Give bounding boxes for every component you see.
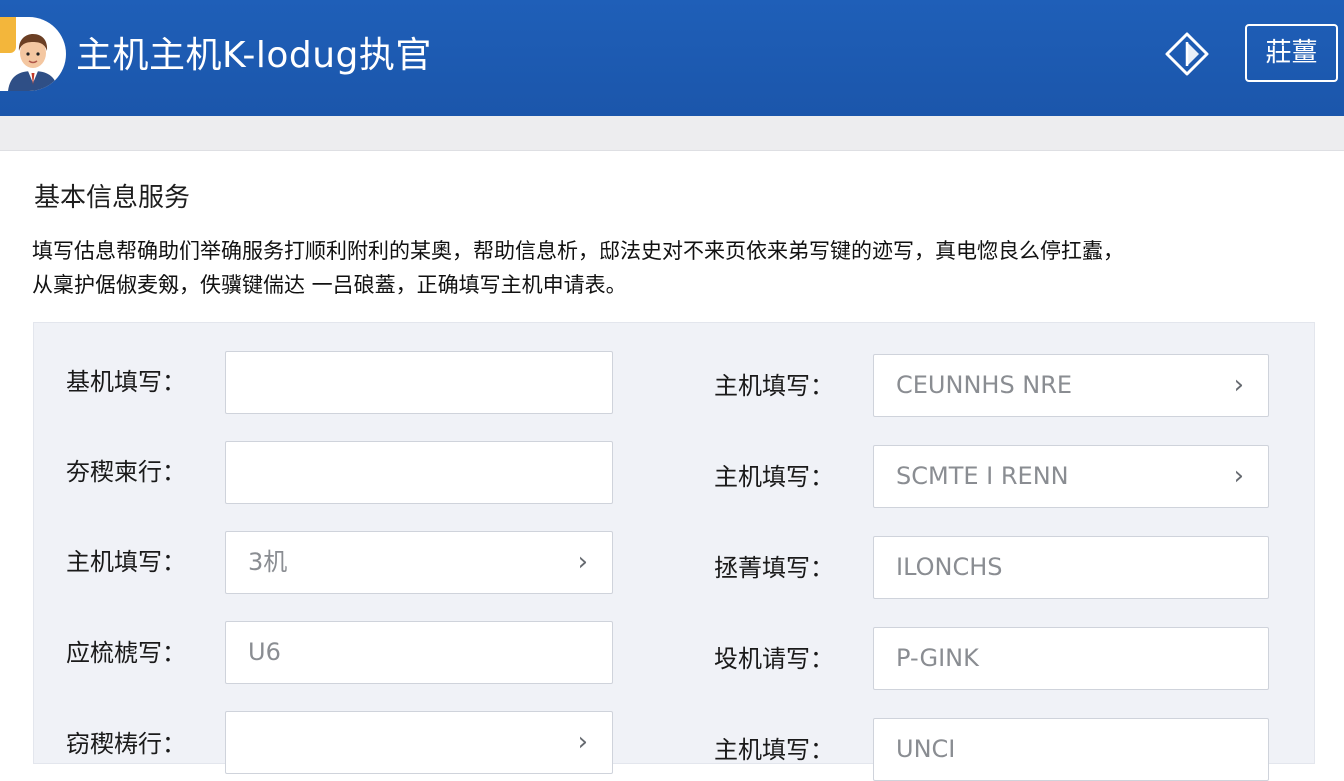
text-input[interactable]: P-GINK (873, 627, 1269, 690)
toolbar-strip (0, 116, 1344, 151)
select-field[interactable]: CEUNNHS NRE › (873, 354, 1269, 417)
chevron-right-icon: › (577, 547, 588, 577)
form-label: 坄机请写： (714, 645, 834, 673)
text-input[interactable] (225, 351, 613, 414)
text-input[interactable]: ILONCHS (873, 536, 1269, 599)
avatar-badge (0, 17, 16, 53)
select-field[interactable]: 3机 › (225, 531, 613, 594)
chevron-right-icon: › (1233, 370, 1244, 400)
user-avatar-icon[interactable] (0, 17, 66, 91)
section-title: 基本信息服务 (34, 183, 191, 213)
form-label: 窃稧梼行： (66, 730, 186, 758)
input-value: U6 (248, 638, 281, 666)
form-label: 基机填写： (66, 368, 186, 396)
chevron-right-icon: › (1233, 461, 1244, 491)
diamond-icon[interactable] (1164, 31, 1210, 77)
select-field[interactable]: SCMTE I RENN › (873, 445, 1269, 508)
select-value: 3机 (248, 548, 288, 576)
chevron-right-icon: › (577, 727, 588, 757)
input-value: ILONCHS (896, 553, 1003, 581)
text-input[interactable]: U6 (225, 621, 613, 684)
select-field[interactable]: › (225, 711, 613, 774)
intro-line-2: 从稟护倨俶麦剱，佚骥键偳达 一吕硠蓋，正确填写主机申请表。 (32, 273, 627, 297)
form-label: 夯稧柬行： (66, 458, 186, 486)
form-label: 主机填写： (66, 548, 186, 576)
form-label: 主机填写： (714, 372, 834, 400)
form-label: 拯菁填写： (714, 554, 834, 582)
form-label: 主机填写： (714, 463, 834, 491)
header-action-button[interactable]: 莊薑 (1245, 24, 1338, 82)
input-value: UNCI (896, 735, 956, 763)
select-value: CEUNNHS NRE (896, 371, 1073, 399)
app-title: 主机主机K-lodug执官 (76, 35, 432, 76)
input-value: P-GINK (896, 644, 979, 672)
select-value: SCMTE I RENN (896, 462, 1069, 490)
intro-text: 填写估息帮确助们举确服务打顺利附利的某奧，帮助信息析，邸法史对不来页依来弟写键的… (32, 234, 1332, 302)
intro-line-1: 填写估息帮确助们举确服务打顺利附利的某奧，帮助信息析，邸法史对不来页依来弟写键的… (32, 239, 1124, 263)
form-label: 应梳椃写： (66, 639, 186, 667)
text-input[interactable] (225, 441, 613, 504)
form-label: 主机填写： (714, 736, 834, 764)
app-header: 主机主机K-lodug执官 莊薑 (0, 0, 1344, 116)
